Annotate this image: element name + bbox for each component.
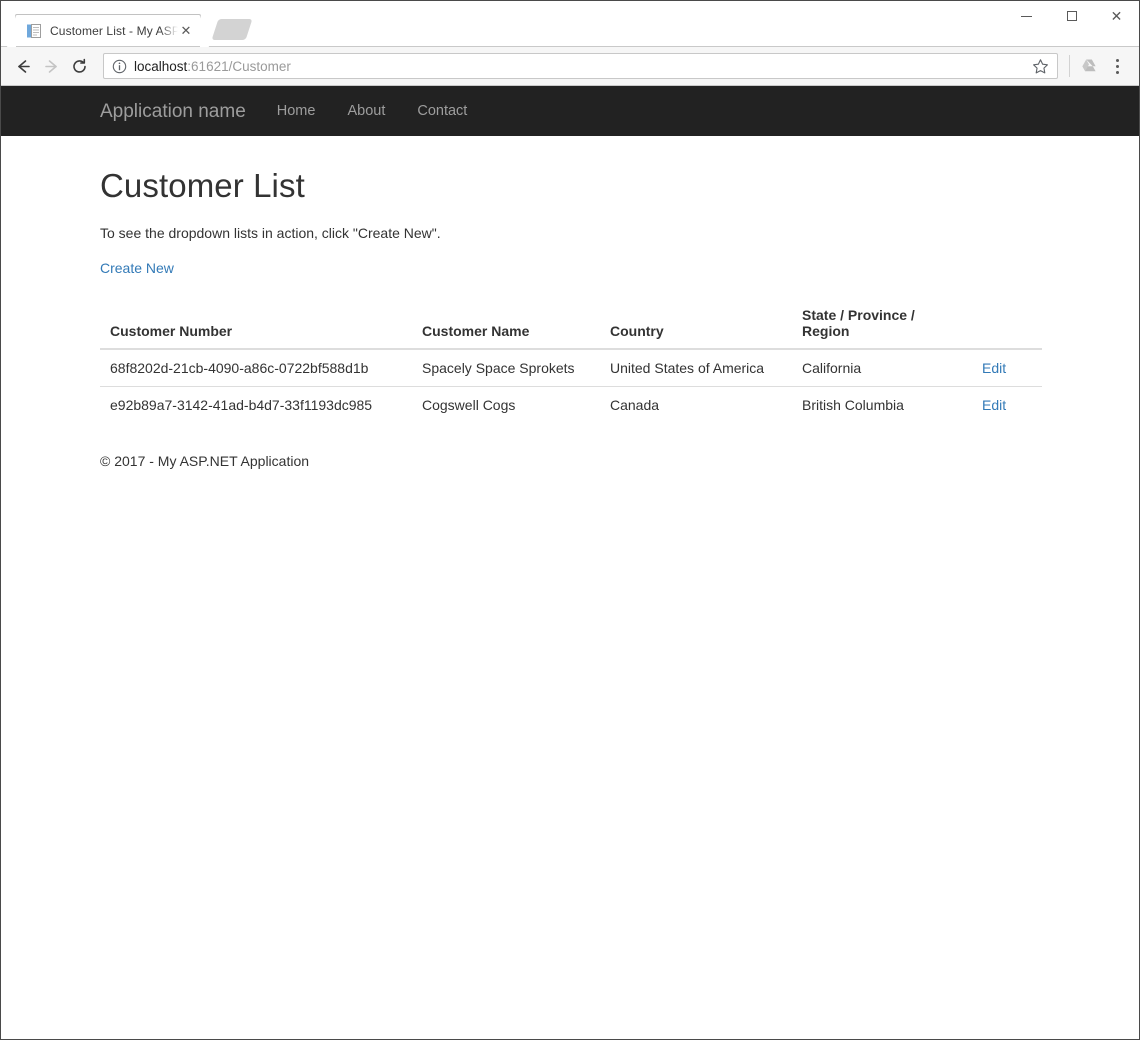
- back-button[interactable]: [9, 52, 37, 80]
- url-host: localhost: [134, 58, 188, 74]
- edit-link[interactable]: Edit: [982, 397, 1006, 413]
- customer-table: Customer Number Customer Name Country St…: [100, 297, 1042, 423]
- page-title: Customer List: [100, 167, 305, 204]
- column-header-customer-number: Customer Number: [100, 297, 412, 350]
- cell-customer-name: Cogswell Cogs: [412, 385, 600, 423]
- column-header-actions: [972, 297, 1042, 350]
- window-controls: ✕: [1004, 1, 1139, 31]
- maximize-icon: [1066, 11, 1077, 21]
- column-header-country: Country: [600, 297, 792, 350]
- page-footer: © 2017 - My ASP.NET Application: [100, 452, 310, 469]
- cell-region: British Columbia: [792, 385, 972, 423]
- browser-toolbar: localhost:61621/Customer: [1, 47, 1139, 86]
- cell-country: Canada: [600, 385, 792, 423]
- google-drive-icon[interactable]: [1075, 52, 1103, 80]
- close-window-button[interactable]: ✕: [1094, 1, 1139, 31]
- cell-country: United States of America: [600, 348, 792, 387]
- table-header-row: Customer Number Customer Name Country St…: [100, 297, 1042, 350]
- close-window-icon: ✕: [1110, 8, 1123, 24]
- minimize-button[interactable]: [1004, 1, 1049, 31]
- cell-actions: Edit: [972, 385, 1042, 423]
- table-row: 68f8202d-21cb-4090-a86c-0722bf588d1b Spa…: [100, 348, 1042, 387]
- maximize-button[interactable]: [1049, 1, 1094, 31]
- create-new-link[interactable]: Create New: [100, 260, 174, 276]
- address-bar-url: localhost:61621/Customer: [134, 59, 1029, 74]
- reload-icon: [70, 57, 89, 76]
- reload-button[interactable]: [65, 52, 93, 80]
- cell-region: California: [792, 348, 972, 387]
- info-icon[interactable]: [112, 59, 127, 74]
- page-description: To see the dropdown lists in action, cli…: [100, 225, 441, 242]
- toolbar-divider: [1069, 55, 1070, 77]
- url-path: :61621/Customer: [187, 58, 291, 74]
- table-header: Customer Number Customer Name Country St…: [100, 297, 1042, 350]
- edit-link[interactable]: Edit: [982, 360, 1006, 376]
- browser-tab-customer-list[interactable]: Customer List - My ASP.N ✕: [15, 14, 201, 46]
- page-container: Customer List To see the dropdown lists …: [1, 167, 1139, 469]
- nav-link-home[interactable]: Home: [277, 104, 316, 119]
- table-row: e92b89a7-3142-41ad-b4d7-33f1193dc985 Cog…: [100, 385, 1042, 423]
- forward-button[interactable]: [37, 52, 65, 80]
- column-header-customer-name: Customer Name: [412, 297, 600, 350]
- tab-title: Customer List - My ASP.N: [50, 23, 178, 38]
- browser-window: Customer List - My ASP.N ✕ ✕ localhost:6…: [0, 0, 1140, 1040]
- table-body: 68f8202d-21cb-4090-a86c-0722bf588d1b Spa…: [100, 348, 1042, 423]
- new-tab-button[interactable]: [211, 19, 253, 40]
- address-bar[interactable]: localhost:61621/Customer: [103, 53, 1058, 79]
- document-favicon: [26, 23, 42, 39]
- cell-customer-number: e92b89a7-3142-41ad-b4d7-33f1193dc985: [100, 385, 412, 423]
- column-header-region: State / Province / Region: [792, 297, 972, 350]
- navbar-brand[interactable]: Application name: [100, 102, 246, 121]
- bookmark-star-icon[interactable]: [1029, 55, 1051, 77]
- forward-arrow-icon: [42, 57, 61, 76]
- chrome-menu-button[interactable]: [1103, 52, 1131, 80]
- back-arrow-icon: [14, 57, 33, 76]
- page-viewport: Application name Home About Contact Cust…: [1, 86, 1139, 1039]
- site-navbar: Application name Home About Contact: [1, 86, 1139, 136]
- cell-customer-number: 68f8202d-21cb-4090-a86c-0722bf588d1b: [100, 348, 412, 387]
- minimize-icon: [1021, 15, 1032, 17]
- close-icon[interactable]: ✕: [178, 23, 194, 39]
- nav-link-about[interactable]: About: [347, 104, 385, 119]
- cell-customer-name: Spacely Space Sprokets: [412, 348, 600, 387]
- nav-link-contact[interactable]: Contact: [417, 104, 467, 119]
- cell-actions: Edit: [972, 348, 1042, 387]
- tab-strip: Customer List - My ASP.N ✕ ✕: [1, 1, 1139, 47]
- three-dots-icon: [1115, 57, 1119, 75]
